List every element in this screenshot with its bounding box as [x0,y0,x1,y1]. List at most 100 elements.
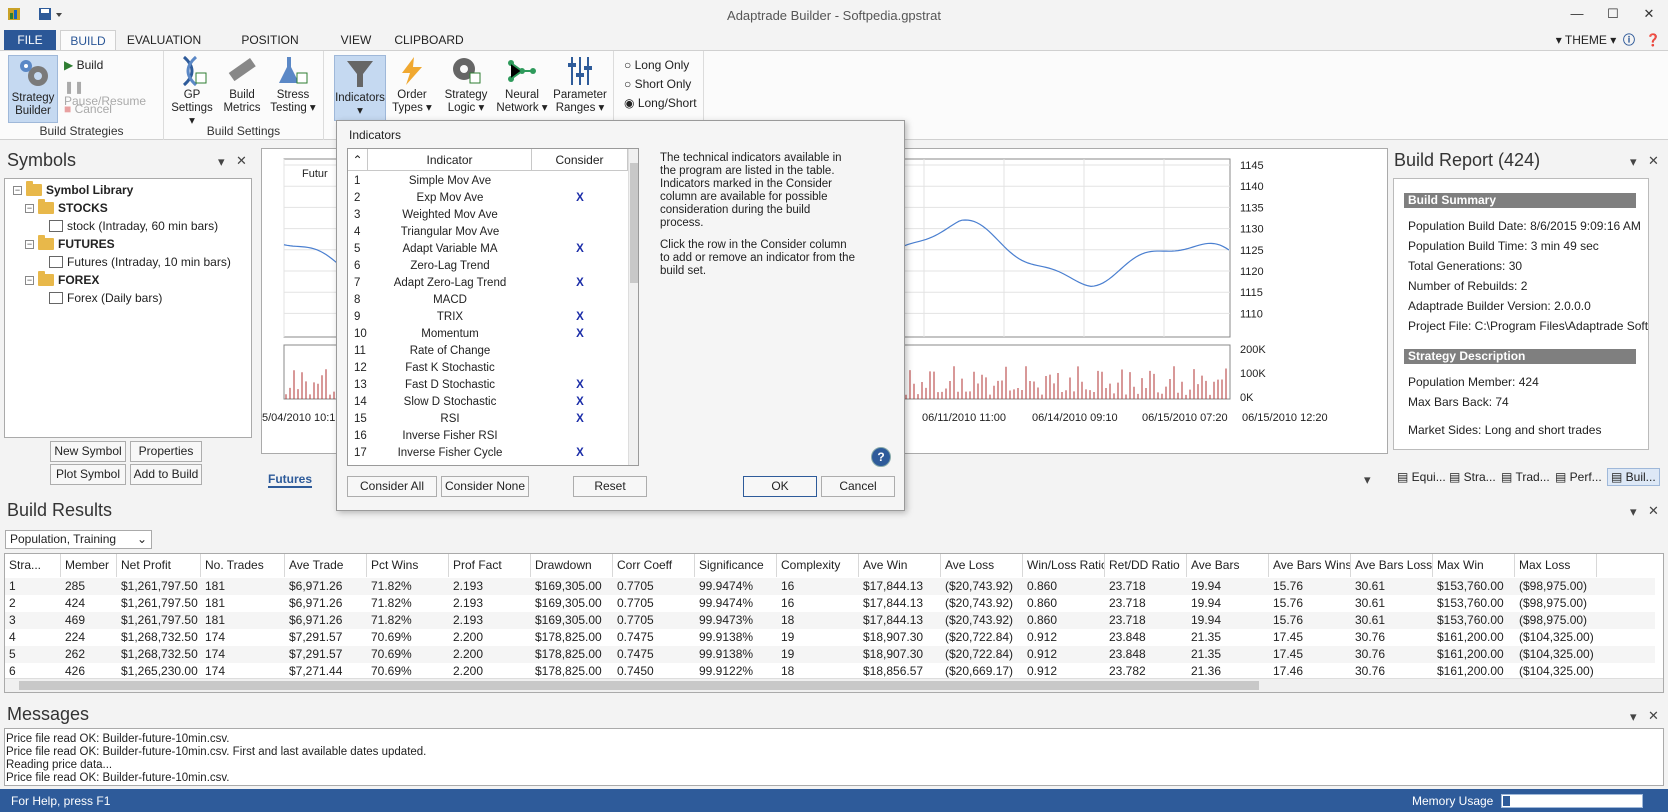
collapse-icon[interactable]: − [25,275,34,285]
column-header[interactable]: Net Profit [117,554,201,577]
tree-item[interactable]: − FOREX [25,271,99,287]
indicator-row[interactable]: 4 Triangular Mov Ave [348,224,628,241]
cancel-button[interactable]: Cancel [821,476,895,497]
tab-build-report[interactable]: ▤ Buil... [1607,468,1660,486]
consider-mark[interactable]: X [532,311,628,323]
theme-menu[interactable]: ▾ THEME ▾ [1544,30,1628,50]
column-header[interactable]: Member [61,554,117,577]
help-icon[interactable]: ? [871,447,891,467]
build-button[interactable]: ▶ Build [64,58,103,72]
maximize-icon[interactable]: ☐ [1604,6,1622,24]
indicator-row[interactable]: 16 Inverse Fisher RSI [348,428,628,445]
add-to-build-button[interactable]: Add to Build [130,464,202,485]
chart-tab-futures[interactable]: Futures [268,472,313,488]
horizontal-scrollbar[interactable] [5,678,1663,692]
close-icon[interactable]: ✕ [236,153,247,169]
tab-build[interactable]: BUILD [60,30,116,50]
indicator-row[interactable]: 13 Fast D Stochastic X [348,377,628,394]
column-header[interactable]: Corr Coeff [613,554,695,577]
consider-mark[interactable]: X [532,447,628,459]
indicator-row[interactable]: 17 Inverse Fisher Cycle X [348,445,628,462]
tab-view[interactable]: VIEW [334,30,378,50]
tab-equity[interactable]: ▤ Equi... [1397,470,1446,484]
gp-settings-button[interactable]: GP Settings ▾ [168,55,216,128]
column-header[interactable]: Max Win [1433,554,1515,577]
column-header[interactable]: Prof Fact [449,554,531,577]
reset-button[interactable]: Reset [573,476,647,497]
column-header[interactable]: No. Trades [201,554,285,577]
collapse-icon[interactable]: − [25,239,34,249]
strategy-builder-button[interactable]: Strategy Builder [8,55,58,123]
collapse-icon[interactable]: − [25,203,34,213]
indicators-button[interactable]: Indicators ▾ [334,55,386,121]
column-header[interactable]: Significance [695,554,777,577]
tab-trades[interactable]: ▤ Trad... [1501,470,1550,484]
chevron-down-icon[interactable]: ▾ [1630,709,1637,725]
indicator-row[interactable]: 2 Exp Mov Ave X [348,190,628,207]
info-icon[interactable]: ⓘ [1620,30,1638,50]
column-header[interactable]: Ave Trade [285,554,367,577]
results-grid[interactable]: Stra... Member Net Profit No. Trades Ave Tra… [4,553,1664,693]
indicator-row[interactable]: 11 Rate of Change [348,343,628,360]
properties-button[interactable]: Properties [130,441,202,462]
close-icon[interactable]: ✕ [1648,503,1659,519]
column-header[interactable]: Complexity [777,554,859,577]
consider-mark[interactable]: X [532,379,628,391]
cancel-build-button[interactable]: ■ Cancel [64,102,112,116]
collapse-icon[interactable]: − [13,185,22,195]
close-icon[interactable]: ✕ [1640,6,1658,24]
column-header[interactable]: Pct Wins [367,554,449,577]
consider-none-button[interactable]: Consider None [441,476,529,497]
indicator-row[interactable]: 6 Zero-Lag Trend [348,258,628,275]
tab-clipboard[interactable]: CLIPBOARD [392,30,466,50]
tab-evaluation[interactable]: EVALUATION [124,30,204,50]
tree-item[interactable]: stock (Intraday, 60 min bars) [49,219,218,233]
sort-header[interactable]: ⌃ [348,149,368,171]
close-icon[interactable]: ✕ [1648,153,1659,169]
strategy-logic-button[interactable]: Strategy Logic ▾ [440,55,492,115]
column-header[interactable]: Ave Bars [1187,554,1269,577]
tree-item[interactable]: − STOCKS [25,199,108,215]
indicator-row[interactable]: 5 Adapt Variable MA X [348,241,628,258]
column-header[interactable]: Stra... [5,554,61,577]
tab-file[interactable]: FILE [4,30,56,50]
column-header[interactable]: Win/Loss Ratio [1023,554,1105,577]
scroll-thumb[interactable] [630,163,638,283]
long-short-radio[interactable]: ◉ Long/Short [624,96,697,110]
close-icon[interactable]: ✕ [1648,708,1659,724]
new-symbol-button[interactable]: New Symbol [50,441,126,462]
column-header[interactable]: Ave Bars Wins [1269,554,1351,577]
indicator-row[interactable]: 10 Momentum X [348,326,628,343]
column-header[interactable]: Ret/DD Ratio [1105,554,1187,577]
indicator-row[interactable]: 8 MACD [348,292,628,309]
indicator-row[interactable]: 15 RSI X [348,411,628,428]
plot-symbol-button[interactable]: Plot Symbol [50,464,126,485]
help-icon[interactable]: ❓ [1644,30,1662,50]
scrollbar[interactable] [628,149,638,465]
column-header[interactable]: Max Loss [1515,554,1597,577]
consider-mark[interactable]: X [532,243,628,255]
ok-button[interactable]: OK [743,476,817,497]
scroll-thumb[interactable] [19,681,1259,690]
consider-mark[interactable]: X [532,328,628,340]
build-metrics-button[interactable]: Build Metrics [220,55,264,115]
column-header[interactable]: Ave Loss [941,554,1023,577]
parameter-ranges-button[interactable]: Parameter Ranges ▾ [552,55,608,115]
indicator-row[interactable]: 7 Adapt Zero-Lag Trend X [348,275,628,292]
tree-item[interactable]: − FUTURES [25,235,115,251]
chevron-down-icon[interactable]: ▾ [218,154,225,170]
col-indicator-header[interactable]: Indicator [368,149,532,171]
tree-item[interactable]: Futures (Intraday, 10 min bars) [49,255,231,269]
indicator-row[interactable]: 3 Weighted Mov Ave [348,207,628,224]
minimize-icon[interactable]: — [1568,6,1586,24]
tab-performance[interactable]: ▤ Perf... [1555,470,1602,484]
indicator-row[interactable]: 14 Slow D Stochastic X [348,394,628,411]
tab-strategy[interactable]: ▤ Stra... [1449,470,1496,484]
indicator-row[interactable]: 1 Simple Mov Ave [348,173,628,190]
neural-network-button[interactable]: Neural Network ▾ [496,55,548,115]
indicator-row[interactable]: 9 TRIX X [348,309,628,326]
consider-mark[interactable]: X [532,413,628,425]
chevron-down-icon[interactable]: ▾ [1630,504,1637,520]
order-types-button[interactable]: Order Types ▾ [390,55,434,115]
chevron-down-icon[interactable]: ▾ [1364,472,1371,488]
